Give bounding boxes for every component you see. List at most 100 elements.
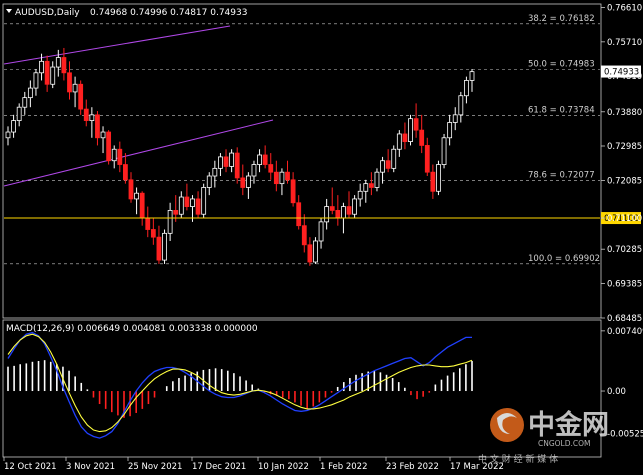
watermark: 中金网 CNGOLD.COM 中 文 财 经 新 媒 体: [478, 408, 609, 465]
candle-body: [201, 187, 207, 215]
chart-window[interactable]: AUDUSD,Daily 0.74968 0.74996 0.74817 0.7…: [0, 0, 643, 475]
candle-body: [245, 175, 251, 188]
current-price-label: 0.74933: [604, 68, 639, 78]
candle-body: [72, 83, 78, 93]
candle-body: [279, 171, 285, 185]
price-tick-label: 0.75710: [607, 38, 642, 48]
candle-body: [178, 196, 184, 215]
candle-body: [301, 225, 307, 246]
channel-upper-line[interactable]: [3, 25, 231, 65]
candle-body: [335, 210, 341, 219]
price-tick-label: 0.69385: [607, 280, 642, 290]
candle-body: [240, 177, 246, 188]
price-axis: 0.766100.757100.748100.738800.729850.720…: [601, 3, 642, 324]
candle-body: [346, 206, 352, 215]
candle-body: [402, 133, 408, 143]
candle-body: [139, 192, 145, 219]
date-tick-label: 25 Nov 2021: [128, 462, 182, 472]
price-tick-label: 0.68485: [607, 314, 642, 324]
macd-indicator: [7, 331, 473, 439]
candle-body: [374, 171, 380, 188]
candle-body: [368, 183, 374, 188]
candle-body: [206, 175, 212, 188]
candle-body: [391, 148, 397, 169]
candle-body: [89, 114, 95, 121]
candle-body: [162, 232, 167, 261]
macd-label: MACD(12,26,9) 0.006649 0.004081 0.003338…: [6, 324, 258, 334]
price-tick-label: 0.72985: [607, 142, 642, 152]
date-tick-label: 23 Feb 2022: [386, 462, 439, 472]
date-axis: 12 Oct 2021 3 Nov 2021 25 Nov 2021 17 Dec 2…: [3, 457, 504, 472]
candle-body: [408, 118, 413, 143]
candle-body: [273, 171, 279, 185]
candle-body: [39, 60, 44, 74]
collapse-arrow-icon[interactable]: [6, 9, 12, 13]
candle-body: [352, 198, 358, 215]
fib-level-label: 61.8 = 0.73784: [528, 105, 595, 115]
candle-body: [413, 118, 419, 131]
candle-body: [55, 57, 61, 68]
candle-body: [307, 244, 313, 263]
candle-body: [184, 196, 190, 207]
candle-body: [257, 154, 262, 165]
candle-body: [363, 183, 369, 192]
price-tick-label: 0.72085: [607, 176, 642, 186]
candle-body: [458, 95, 464, 116]
symbol-label: AUDUSD,Daily: [15, 8, 80, 18]
candle-body: [380, 160, 385, 173]
watermark-site: CNGOLD.COM: [538, 439, 591, 448]
candle-body: [430, 171, 436, 192]
candlestick-series: [5, 47, 475, 266]
candle-body: [95, 114, 100, 139]
candle-body: [111, 148, 117, 162]
candle-body: [441, 137, 447, 165]
candle-body: [262, 154, 268, 165]
candle-body: [67, 72, 72, 93]
candle-body: [385, 160, 391, 169]
candle-body: [195, 198, 201, 215]
candle-body: [50, 66, 56, 85]
candle-body: [212, 167, 218, 177]
macd-tick-label: -0.005259: [607, 430, 643, 440]
candle-body: [218, 156, 223, 169]
candle-body: [16, 106, 22, 121]
date-tick-label: 3 Nov 2021: [66, 462, 115, 472]
candle-body: [27, 87, 33, 99]
price-tick-label: 0.71100: [607, 214, 642, 224]
fib-level-label: 78.6 = 0.72077: [528, 171, 595, 181]
price-pane-border: [2, 3, 602, 319]
candle-body: [145, 217, 151, 230]
macd-tick-label: 0.007409: [607, 327, 643, 337]
date-tick-label: 17 Dec 2021: [192, 462, 246, 472]
candle-body: [324, 206, 330, 223]
date-tick-label: 1 Feb 2022: [320, 462, 368, 472]
candle-body: [122, 164, 128, 181]
candle-body: [469, 71, 475, 81]
candle-body: [134, 192, 139, 200]
candle-body: [117, 148, 123, 165]
candle-body: [100, 131, 106, 139]
candle-body: [106, 131, 112, 162]
date-tick-label: 10 Jan 2022: [258, 462, 309, 472]
candle-body: [464, 80, 469, 97]
candle-body: [234, 152, 240, 179]
price-tick-label: 0.70285: [607, 245, 642, 255]
candle-body: [268, 164, 274, 173]
candle-body: [128, 179, 134, 200]
candle-body: [11, 120, 16, 133]
candle-body: [173, 210, 179, 215]
candle-body: [251, 164, 257, 177]
candle-body: [223, 156, 229, 167]
candle-body: [296, 202, 302, 227]
candle-body: [229, 152, 235, 167]
candle-body: [329, 206, 335, 211]
macd-tick-label: 0.00: [607, 387, 626, 397]
fib-level-label: 38.2 = 0.76182: [528, 14, 595, 24]
candle-body: [341, 206, 346, 219]
watermark-slogan: 中 文 财 经 新 媒 体: [478, 453, 558, 465]
candle-body: [452, 114, 458, 123]
price-tick-label: 0.73880: [607, 108, 642, 118]
candle-body: [61, 57, 67, 74]
price-tick-label: 0.76610: [607, 3, 642, 13]
candle-body: [156, 236, 162, 261]
